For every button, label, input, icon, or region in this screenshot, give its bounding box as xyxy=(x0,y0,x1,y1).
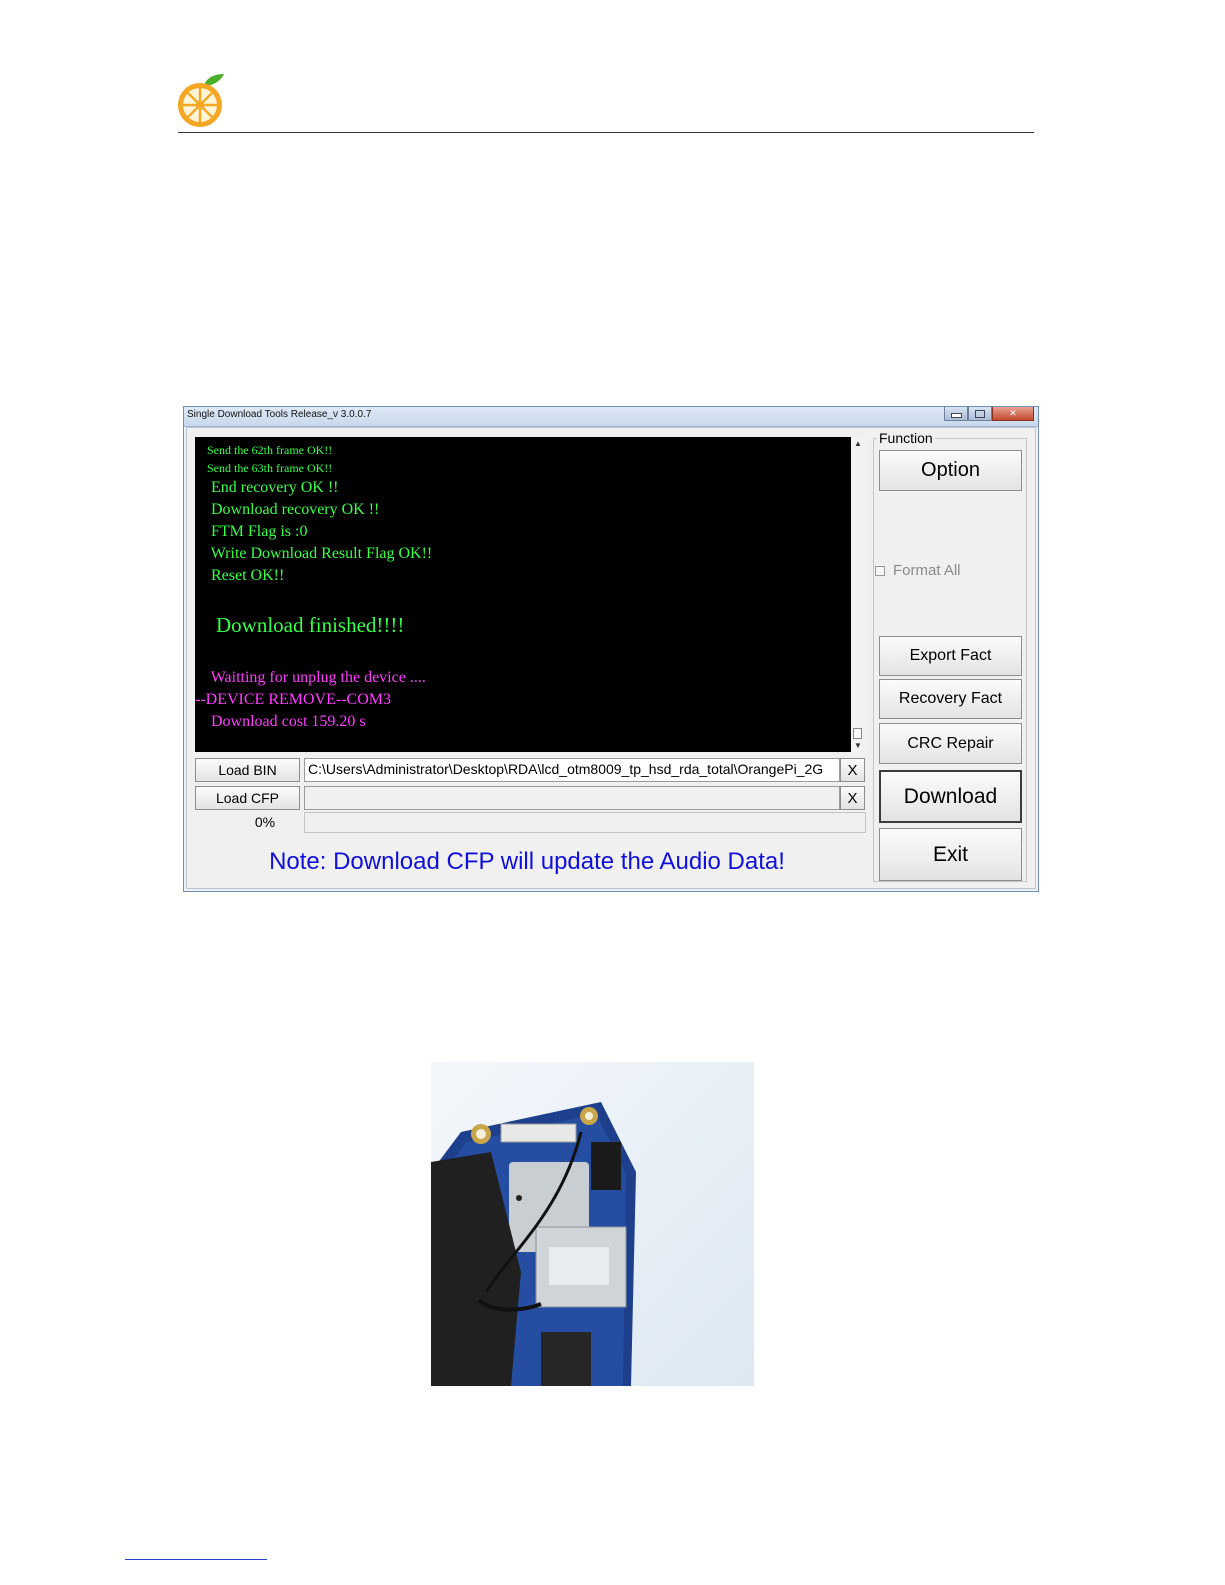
close-button[interactable]: ✕ xyxy=(992,407,1034,421)
console-line: Reset OK!! xyxy=(195,567,285,584)
progress-percent: 0% xyxy=(254,814,276,830)
bin-path-field[interactable]: C:\Users\Administrator\Desktop\RDA\lcd_o… xyxy=(304,758,840,782)
option-button[interactable]: Option xyxy=(879,450,1022,491)
orange-pi-logo xyxy=(178,74,224,127)
console-line: Write Download Result Flag OK!! xyxy=(195,545,433,562)
window-client-area: Send the 62th frame OK!! Send the 63th f… xyxy=(186,427,1036,889)
exit-button[interactable]: Exit xyxy=(879,828,1022,881)
download-button[interactable]: Download xyxy=(879,770,1022,823)
minimize-button[interactable] xyxy=(944,407,968,421)
recovery-fact-button[interactable]: Recovery Fact xyxy=(879,679,1022,719)
close-icon: ✕ xyxy=(1009,408,1017,418)
crc-repair-button[interactable]: CRC Repair xyxy=(879,723,1022,764)
title-bar[interactable]: Single Download Tools Release_v 3.0.0.7 … xyxy=(184,407,1038,427)
console-line: Download finished!!!! xyxy=(195,613,405,637)
header-divider xyxy=(178,132,1034,133)
log-console[interactable]: Send the 62th frame OK!! Send the 63th f… xyxy=(195,437,851,752)
console-scrollbar[interactable]: ▲ ▼ xyxy=(851,437,865,752)
window-title: Single Download Tools Release_v 3.0.0.7 xyxy=(187,409,372,420)
footer-link-underline[interactable] xyxy=(125,1559,267,1560)
progress-bar xyxy=(304,812,866,833)
load-cfp-button[interactable]: Load CFP xyxy=(195,786,300,810)
console-line: Send the 63th frame OK!! xyxy=(195,461,333,475)
console-line: End recovery OK !! xyxy=(195,479,339,496)
console-line: Download recovery OK !! xyxy=(195,501,380,518)
download-tool-window: Single Download Tools Release_v 3.0.0.7 … xyxy=(183,406,1039,892)
format-all-label: Format All xyxy=(893,562,961,579)
scroll-down-arrow-icon[interactable]: ▼ xyxy=(851,740,865,752)
window-controls: ✕ xyxy=(944,407,1034,421)
cfp-path-field[interactable] xyxy=(304,786,840,810)
clear-bin-button[interactable]: X xyxy=(840,758,865,782)
audio-data-note: Note: Download CFP will update the Audio… xyxy=(269,848,785,875)
load-bin-button[interactable]: Load BIN xyxy=(195,758,300,782)
maximize-button[interactable] xyxy=(968,407,992,421)
console-line: Waitting for unplug the device .... xyxy=(195,669,426,686)
maximize-icon xyxy=(975,409,985,418)
minimize-icon xyxy=(950,413,962,418)
board-photo xyxy=(431,1062,754,1386)
console-line: FTM Flag is :0 xyxy=(195,523,308,540)
console-line: --DEVICE REMOVE--COM3 xyxy=(195,691,391,708)
export-fact-button[interactable]: Export Fact xyxy=(879,636,1022,676)
format-all-checkbox[interactable]: Format All xyxy=(875,562,961,579)
console-line: Send the 62th frame OK!! xyxy=(195,443,333,457)
format-all-check-box[interactable] xyxy=(875,565,885,576)
clear-cfp-button[interactable]: X xyxy=(840,786,865,810)
scroll-up-arrow-icon[interactable]: ▲ xyxy=(851,437,865,451)
scroll-thumb[interactable] xyxy=(853,728,862,739)
function-group-title: Function xyxy=(877,430,935,446)
console-line: Download cost 159.20 s xyxy=(195,713,366,730)
